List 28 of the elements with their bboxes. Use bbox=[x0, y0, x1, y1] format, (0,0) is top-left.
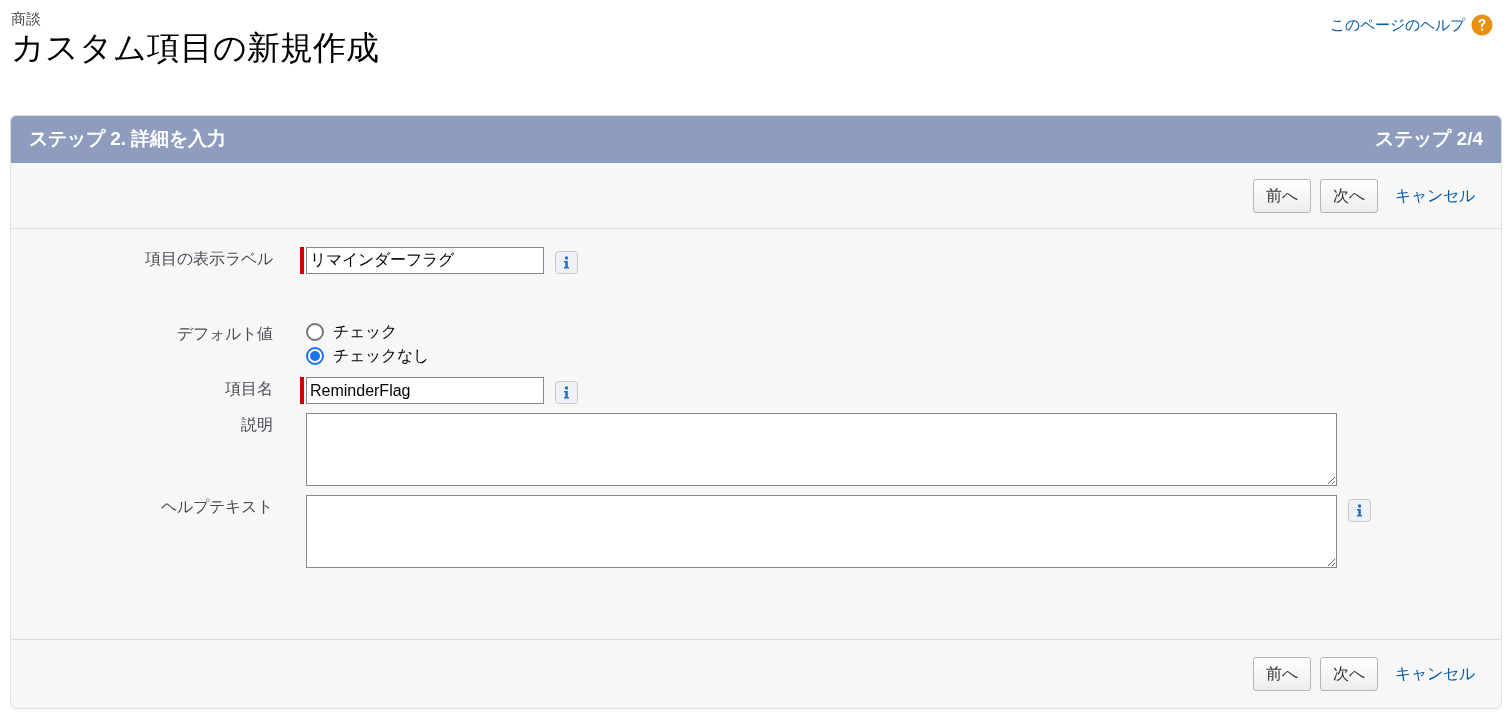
radio-button[interactable] bbox=[306, 347, 324, 365]
text-input[interactable]: リマインダーフラグ bbox=[306, 247, 544, 274]
field-label: デフォルト値 bbox=[176, 324, 274, 344]
text-input[interactable]: ReminderFlag bbox=[306, 377, 544, 404]
nav-button[interactable]: 次へ bbox=[1320, 657, 1378, 691]
nav-button[interactable]: 前へ bbox=[1253, 178, 1311, 213]
field-label: 項目名 bbox=[224, 379, 274, 399]
field-label: ヘルプテキスト bbox=[160, 497, 274, 517]
radio-label: チェックなし bbox=[333, 346, 429, 366]
field-label: 項目の表示ラベル bbox=[144, 249, 274, 269]
nav-button[interactable]: 次へ bbox=[1320, 178, 1378, 213]
radio-label: チェック bbox=[333, 322, 397, 342]
info-icon[interactable] bbox=[555, 251, 578, 274]
page-title: カスタム項目の新規作成 bbox=[11, 28, 379, 68]
text-area[interactable] bbox=[306, 413, 1337, 486]
help-icon[interactable] bbox=[1471, 14, 1493, 37]
info-icon[interactable] bbox=[1348, 499, 1371, 522]
text-area[interactable] bbox=[306, 495, 1337, 568]
nav-button[interactable]: 前へ bbox=[1253, 657, 1311, 691]
cancel-link[interactable]: キャンセル bbox=[1395, 662, 1475, 686]
object-label: 商談 bbox=[11, 10, 42, 28]
info-icon[interactable] bbox=[555, 381, 578, 404]
radio-button[interactable] bbox=[306, 323, 324, 341]
help-link[interactable]: このページのヘルプ bbox=[1330, 14, 1465, 37]
step-title: ステップ 2. 詳細を入力 bbox=[29, 127, 227, 152]
field-label: 説明 bbox=[240, 415, 274, 435]
cancel-link[interactable]: キャンセル bbox=[1395, 183, 1475, 208]
step-counter: ステップ 2/4 bbox=[1375, 127, 1483, 152]
